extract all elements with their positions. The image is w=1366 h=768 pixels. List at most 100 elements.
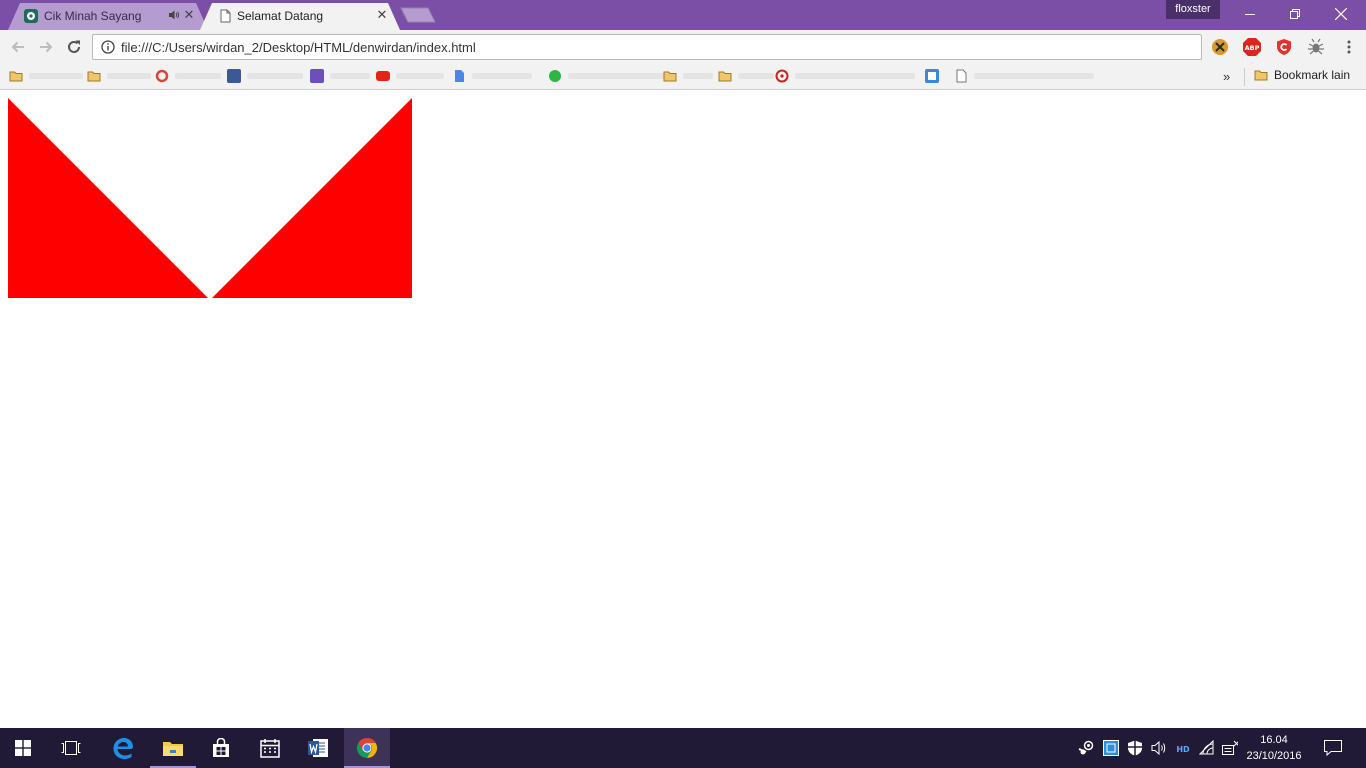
- browser-titlebar: Cik Minah Sayang ✕ Selamat Datang ✕ flox…: [0, 0, 1366, 30]
- task-view-icon: [61, 741, 81, 755]
- forward-button[interactable]: [34, 35, 58, 59]
- store-bag-icon: [213, 738, 229, 757]
- kebab-menu-icon: [1347, 40, 1351, 54]
- bug-extension-icon[interactable]: [1307, 38, 1325, 56]
- volume-tray-icon[interactable]: [1151, 740, 1167, 756]
- bookmark-item[interactable]: [9, 68, 83, 84]
- chrome-icon: [356, 737, 378, 759]
- bookmarks-overflow-button[interactable]: »: [1223, 69, 1230, 84]
- hd-audio-tray-icon[interactable]: HD: [1175, 740, 1191, 756]
- bookmark-item[interactable]: [718, 68, 774, 84]
- clock-time: 16.04: [1260, 734, 1288, 746]
- close-tab-icon[interactable]: ✕: [182, 8, 196, 22]
- steam-tray-icon[interactable]: [1078, 740, 1094, 756]
- bookmark-item[interactable]: [452, 68, 532, 84]
- minimize-button[interactable]: [1227, 0, 1273, 28]
- system-clock[interactable]: 16.04 23/10/2016: [1240, 732, 1308, 764]
- taskbar-word[interactable]: [295, 728, 341, 768]
- other-bookmarks[interactable]: Bookmark lain: [1254, 68, 1350, 82]
- back-button[interactable]: [6, 35, 30, 59]
- notification-icon: [1324, 740, 1342, 756]
- page-viewport: [0, 90, 1366, 728]
- taskbar-store[interactable]: [198, 728, 244, 768]
- close-icon: [1335, 8, 1347, 20]
- info-icon[interactable]: [101, 40, 115, 54]
- action-center-button[interactable]: [1310, 728, 1356, 768]
- url-text: file:///C:/Users/wirdan_2/Desktop/HTML/d…: [121, 40, 476, 55]
- purple-site-icon: [310, 69, 324, 83]
- calendar-icon: [260, 739, 280, 758]
- google-icon: [155, 69, 169, 83]
- taskbar-file-explorer[interactable]: [150, 728, 196, 768]
- volume-icon: [1151, 740, 1166, 756]
- left-red-triangle: [8, 98, 208, 298]
- arrow-left-icon: [11, 41, 24, 53]
- network-app-tray-icon[interactable]: [1103, 740, 1119, 756]
- blue-grid-icon: [925, 69, 939, 83]
- wifi-icon: [1199, 740, 1214, 755]
- wifi-tray-icon[interactable]: [1199, 740, 1215, 756]
- new-tab-button[interactable]: [400, 7, 436, 23]
- keyboard-language-icon: [1222, 740, 1238, 755]
- bookmark-item[interactable]: [87, 68, 151, 84]
- hd-audio-icon: HD: [1176, 745, 1190, 754]
- reload-button[interactable]: [62, 35, 86, 59]
- bookmark-item[interactable]: [663, 68, 713, 84]
- taskbar-calendar[interactable]: [247, 728, 293, 768]
- shield-icon: [1128, 740, 1142, 756]
- bookmark-item[interactable]: [310, 68, 370, 84]
- input-language-tray-icon[interactable]: [1222, 740, 1238, 756]
- svg-text:HD: HD: [1176, 745, 1190, 754]
- taskbar-edge[interactable]: [100, 728, 146, 768]
- start-button[interactable]: [0, 728, 46, 768]
- bookmark-item[interactable]: [227, 68, 303, 84]
- bookmarks-separator: [1244, 68, 1245, 86]
- right-red-triangle: [212, 98, 412, 298]
- page-icon: [956, 69, 967, 83]
- close-window-button[interactable]: [1318, 0, 1364, 28]
- adblock-plus-icon[interactable]: ABP: [1243, 38, 1261, 56]
- bookmark-item[interactable]: [775, 68, 915, 84]
- speaker-icon[interactable]: [168, 9, 180, 21]
- windows-logo-icon: [15, 740, 31, 756]
- folder-icon: [718, 71, 732, 82]
- bookmarks-bar: » Bookmark lain: [0, 64, 1366, 90]
- bookmark-item[interactable]: [925, 68, 939, 84]
- folder-icon: [9, 71, 23, 82]
- minimize-icon: [1245, 14, 1255, 15]
- shield-extension-icon[interactable]: [1275, 38, 1293, 56]
- chrome-menu-button[interactable]: [1337, 35, 1361, 59]
- other-bookmarks-label: Bookmark lain: [1274, 68, 1351, 82]
- folder-icon: [663, 71, 677, 82]
- folder-icon: [87, 71, 101, 82]
- word-icon: [308, 739, 328, 757]
- facebook-icon: [227, 69, 241, 83]
- extension-scissors-icon[interactable]: [1211, 38, 1229, 56]
- profile-badge[interactable]: floxster: [1166, 0, 1220, 19]
- page-icon: [220, 9, 231, 23]
- file-explorer-icon: [163, 742, 183, 756]
- close-tab-icon[interactable]: ✕: [375, 8, 389, 22]
- address-bar[interactable]: file:///C:/Users/wirdan_2/Desktop/HTML/d…: [92, 34, 1202, 60]
- tab-title: Selamat Datang: [237, 9, 324, 23]
- bookmark-item[interactable]: [155, 68, 221, 84]
- svg-text:ABP: ABP: [1245, 44, 1260, 52]
- taskbar-chrome[interactable]: [344, 728, 390, 768]
- folder-icon: [1254, 70, 1268, 81]
- target-site-icon: [775, 69, 789, 83]
- tab-title: Cik Minah Sayang: [44, 9, 142, 23]
- youtube-icon: [376, 71, 390, 81]
- task-view-button[interactable]: [48, 728, 94, 768]
- music-app-icon: [24, 9, 38, 23]
- bookmark-item[interactable]: [376, 68, 444, 84]
- bookmark-item[interactable]: [954, 68, 1094, 84]
- defender-tray-icon[interactable]: [1127, 740, 1143, 756]
- steam-icon: [1078, 740, 1094, 755]
- bookmark-item[interactable]: [548, 68, 664, 84]
- edge-icon: [113, 738, 133, 759]
- restore-icon: [1290, 9, 1300, 19]
- clock-date: 23/10/2016: [1246, 750, 1302, 762]
- tab-selamat-datang[interactable]: Selamat Datang ✕: [200, 3, 400, 30]
- tab-cik-minah-sayang[interactable]: Cik Minah Sayang ✕: [8, 3, 208, 30]
- restore-button[interactable]: [1272, 0, 1318, 28]
